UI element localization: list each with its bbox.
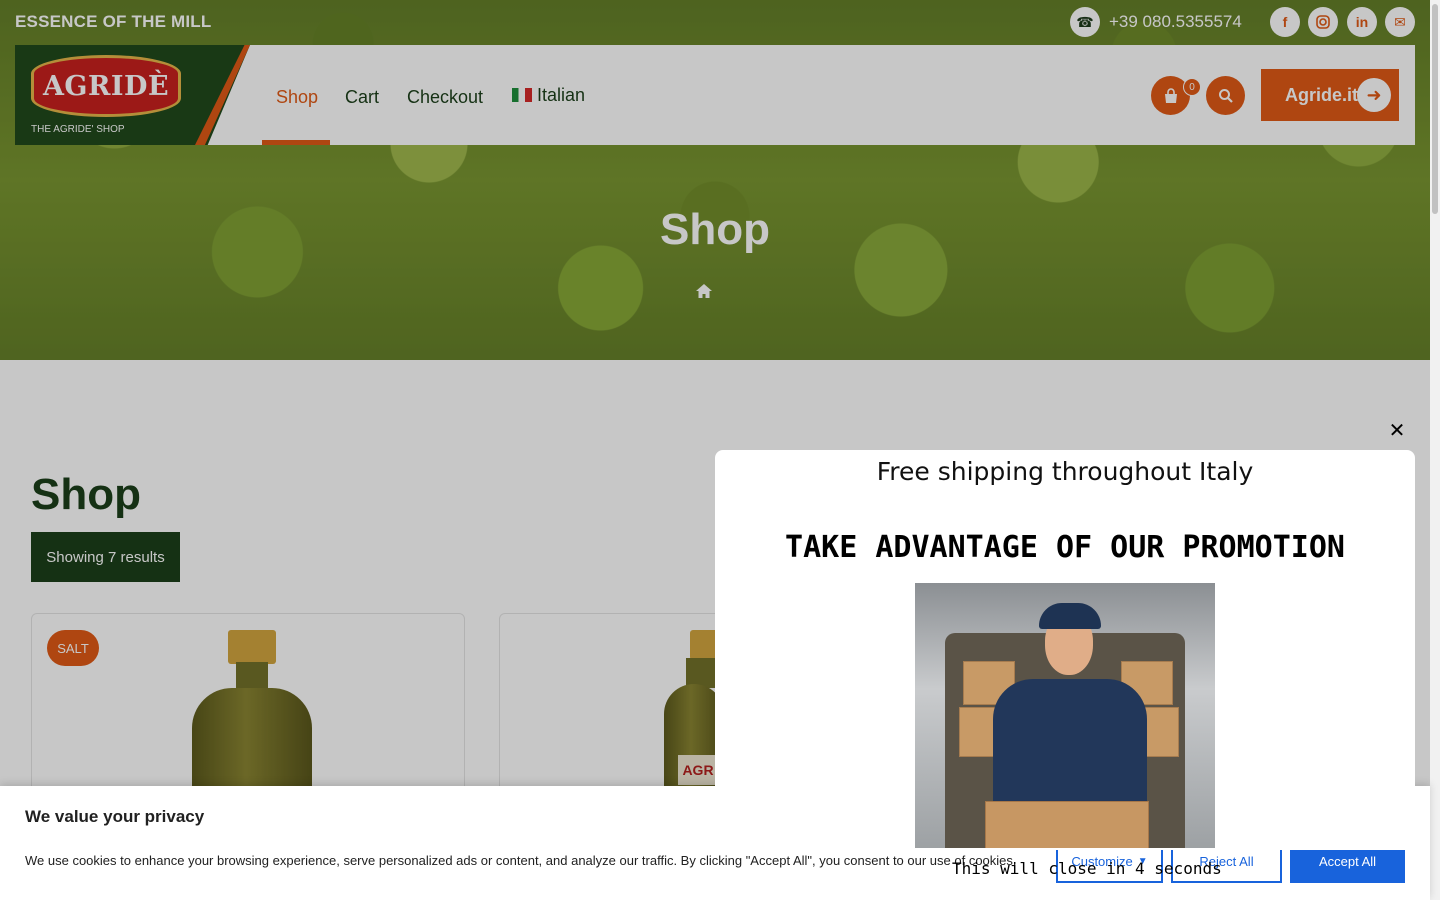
popup-countdown: This will close in 4 seconds bbox=[952, 859, 1222, 878]
cookie-title: We value your privacy bbox=[25, 807, 205, 826]
person-cap bbox=[1039, 603, 1101, 629]
close-icon[interactable]: ✕ bbox=[1385, 418, 1409, 442]
carried-box bbox=[985, 801, 1149, 848]
delivery-man-image bbox=[915, 583, 1215, 848]
cookie-description: We use cookies to enhance your browsing … bbox=[25, 853, 1017, 868]
scrollbar-thumb[interactable] bbox=[1432, 4, 1438, 214]
free-shipping-text: Free shipping throughout Italy bbox=[876, 457, 1254, 486]
promo-heading: TAKE ADVANTAGE OF OUR PROMOTION bbox=[785, 530, 1345, 565]
